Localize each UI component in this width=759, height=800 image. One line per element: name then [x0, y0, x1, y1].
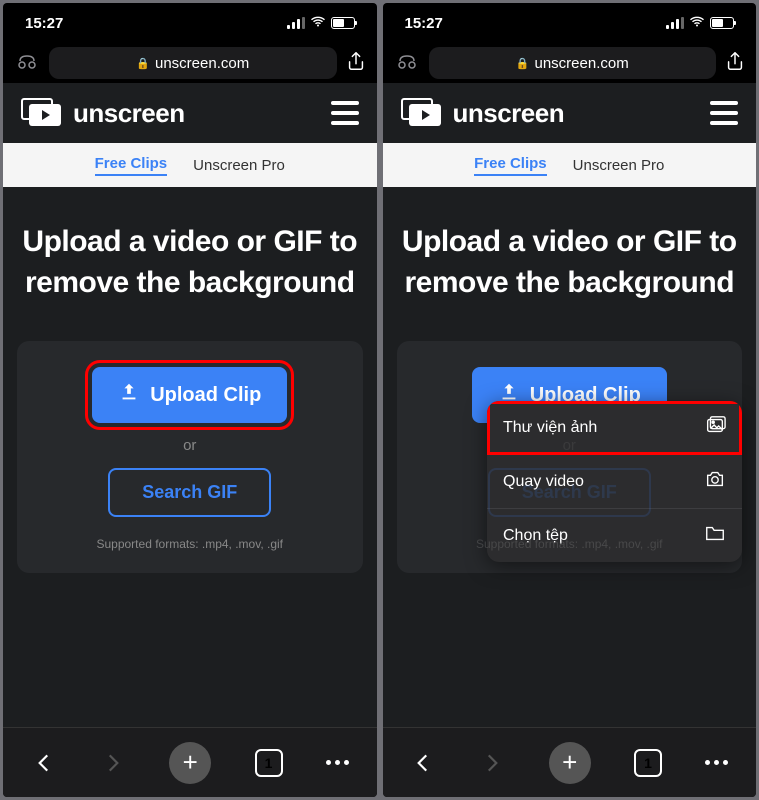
- status-icons: [287, 15, 355, 31]
- content: Upload a video or GIF to remove the back…: [3, 187, 377, 727]
- share-icon[interactable]: [345, 50, 367, 77]
- popup-photo-library[interactable]: Thư viện ảnh: [487, 401, 742, 455]
- camera-icon: [704, 468, 726, 495]
- more-button[interactable]: [326, 760, 349, 765]
- url-bar: 🔒 unscreen.com: [383, 43, 757, 83]
- logo[interactable]: unscreen: [401, 98, 565, 129]
- lock-icon: 🔒: [516, 57, 530, 70]
- tabs-button[interactable]: 1: [255, 749, 283, 777]
- supported-formats: Supported formats: .mp4, .mov, .gif: [476, 537, 663, 551]
- url-text: unscreen.com: [155, 55, 249, 72]
- browser-bottom-bar: + 1: [383, 727, 757, 797]
- lock-icon: 🔒: [136, 57, 150, 70]
- url-field[interactable]: 🔒 unscreen.com: [429, 47, 717, 79]
- folder-icon: [704, 522, 726, 549]
- logo-icon: [401, 98, 443, 128]
- popup-label: Thư viện ảnh: [503, 419, 597, 437]
- status-bar: 15:27: [3, 3, 377, 43]
- header: unscreen: [3, 83, 377, 143]
- content: Upload a video or GIF to remove the back…: [383, 187, 757, 727]
- signal-icon: [666, 17, 684, 29]
- battery-icon: [331, 17, 355, 29]
- logo-text: unscreen: [453, 98, 565, 129]
- new-tab-button[interactable]: +: [549, 742, 591, 784]
- or-text: or: [183, 437, 196, 454]
- or-text: or: [563, 437, 576, 454]
- tab-free-clips[interactable]: Free Clips: [474, 155, 547, 176]
- nav-tabs: Free Clips Unscreen Pro: [383, 143, 757, 187]
- signal-icon: [287, 17, 305, 29]
- privacy-icon[interactable]: [13, 49, 41, 77]
- logo[interactable]: unscreen: [21, 98, 185, 129]
- forward-button[interactable]: [100, 750, 126, 776]
- header: unscreen: [383, 83, 757, 143]
- battery-icon: [710, 17, 734, 29]
- url-text: unscreen.com: [534, 55, 628, 72]
- status-icons: [666, 15, 734, 31]
- logo-icon: [21, 98, 63, 128]
- url-field[interactable]: 🔒 unscreen.com: [49, 47, 337, 79]
- upload-label: Upload Clip: [150, 384, 261, 407]
- supported-formats: Supported formats: .mp4, .mov, .gif: [96, 537, 283, 551]
- hero-heading: Upload a video or GIF to remove the back…: [397, 222, 743, 303]
- upload-card: Upload Clip Thư viện ảnh Quay video Chọn: [397, 341, 743, 573]
- menu-icon[interactable]: [710, 101, 738, 125]
- new-tab-button[interactable]: +: [169, 742, 211, 784]
- logo-text: unscreen: [73, 98, 185, 129]
- phone-right: 15:27 🔒 unscreen.com unscreen: [383, 3, 757, 797]
- upload-clip-button[interactable]: Upload Clip: [92, 367, 287, 423]
- wifi-icon: [689, 15, 705, 31]
- back-button[interactable]: [31, 750, 57, 776]
- search-gif-button[interactable]: Search GIF: [488, 468, 651, 517]
- url-bar: 🔒 unscreen.com: [3, 43, 377, 83]
- search-gif-button[interactable]: Search GIF: [108, 468, 271, 517]
- photos-icon: [704, 414, 726, 441]
- tab-unscreen-pro[interactable]: Unscreen Pro: [193, 157, 285, 174]
- share-icon[interactable]: [724, 50, 746, 77]
- nav-tabs: Free Clips Unscreen Pro: [3, 143, 377, 187]
- status-time: 15:27: [405, 15, 443, 32]
- upload-card: Upload Clip or Search GIF Supported form…: [17, 341, 363, 573]
- more-button[interactable]: [705, 760, 728, 765]
- hero-heading: Upload a video or GIF to remove the back…: [17, 222, 363, 303]
- tabs-button[interactable]: 1: [634, 749, 662, 777]
- forward-button[interactable]: [479, 750, 505, 776]
- wifi-icon: [310, 15, 326, 31]
- tab-unscreen-pro[interactable]: Unscreen Pro: [573, 157, 665, 174]
- privacy-icon[interactable]: [393, 49, 421, 77]
- menu-icon[interactable]: [331, 101, 359, 125]
- status-bar: 15:27: [383, 3, 757, 43]
- status-time: 15:27: [25, 15, 63, 32]
- tab-free-clips[interactable]: Free Clips: [95, 155, 168, 176]
- back-button[interactable]: [410, 750, 436, 776]
- upload-icon: [118, 381, 140, 409]
- phone-left: 15:27 🔒 unscreen.com unscreen: [3, 3, 377, 797]
- browser-bottom-bar: + 1: [3, 727, 377, 797]
